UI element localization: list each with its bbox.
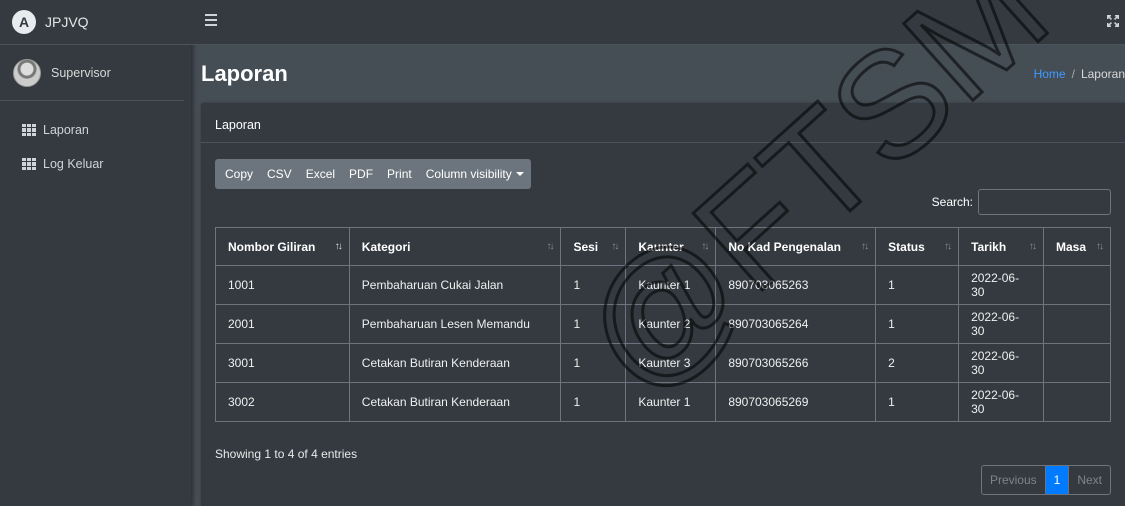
table-cell: 3001 xyxy=(215,343,350,383)
page-title: Laporan xyxy=(201,61,288,86)
sort-icon: ↑↓ xyxy=(944,241,952,252)
table-cell: 1 xyxy=(560,265,627,305)
sort-asc-icon: ↑↓ xyxy=(334,241,343,252)
sort-icon: ↑↓ xyxy=(611,241,619,252)
table-cell: 1 xyxy=(875,265,960,305)
csv-button[interactable]: CSV xyxy=(260,159,299,189)
report-table: Nombor Giliran ↑↓ Kategori ↑↓ Sesi ↑↓ Kaunt… xyxy=(215,227,1112,422)
brand-name: JPJVQ xyxy=(45,14,89,30)
user-name: Supervisor xyxy=(51,65,111,80)
breadcrumb-home-link[interactable]: Home xyxy=(1034,67,1066,81)
hamburger-icon[interactable] xyxy=(205,14,217,26)
table-row: 3002 Cetakan Butiran Kenderaan 1 Kaunter… xyxy=(215,382,1112,422)
user-panel[interactable]: Supervisor xyxy=(0,45,184,101)
table-cell: Kaunter 3 xyxy=(625,343,717,383)
table-cell: 2022-06-30 xyxy=(958,304,1044,344)
breadcrumb-separator: / xyxy=(1071,67,1075,81)
excel-button[interactable]: Excel xyxy=(299,159,342,189)
table-cell: 1 xyxy=(875,304,960,344)
table-row: 3001 Cetakan Butiran Kenderaan 1 Kaunter… xyxy=(215,343,1112,383)
sidebar-item-label: Laporan xyxy=(43,123,89,137)
table-cell: Kaunter 1 xyxy=(625,382,717,422)
brand-logo: A xyxy=(12,10,36,34)
column-header-tarikh[interactable]: Tarikh ↑↓ xyxy=(958,227,1044,266)
table-cell: 2022-06-30 xyxy=(958,382,1044,422)
table-cell: 2022-06-30 xyxy=(958,343,1044,383)
column-visibility-button[interactable]: Column visibility xyxy=(419,159,531,189)
table-cell: 1 xyxy=(560,343,627,383)
breadcrumb-current: Laporan xyxy=(1080,67,1125,81)
sort-icon: ↑↓ xyxy=(861,241,869,252)
grid-icon xyxy=(22,124,36,136)
table-cell xyxy=(1042,382,1112,422)
sidebar-item-label: Log Keluar xyxy=(43,157,104,171)
search-box: Search: xyxy=(932,189,1111,215)
brand-link[interactable]: A JPJVQ xyxy=(0,0,191,45)
content-header: Laporan Home / Laporan xyxy=(191,45,1125,101)
breadcrumb: Home / Laporan xyxy=(1034,67,1125,81)
column-header-kaunter[interactable]: Kaunter ↑↓ xyxy=(625,227,717,266)
table-cell: Cetakan Butiran Kenderaan xyxy=(348,382,562,422)
table-cell: 890703065266 xyxy=(715,343,877,383)
sort-icon: ↑↓ xyxy=(1096,241,1104,252)
caret-down-icon xyxy=(515,172,524,176)
table-cell: Kaunter 1 xyxy=(625,265,717,305)
table-cell: 3002 xyxy=(215,382,350,422)
column-header-masa[interactable]: Masa ↑↓ xyxy=(1042,227,1112,266)
table-info: Showing 1 to 4 of 4 entries xyxy=(215,447,358,461)
search-input[interactable] xyxy=(978,189,1111,215)
sort-icon: ↑↓ xyxy=(546,241,554,252)
table-cell: 1 xyxy=(560,304,627,344)
table-cell: 890703065264 xyxy=(715,304,877,344)
expand-icon[interactable] xyxy=(1107,14,1119,30)
column-header-sesi[interactable]: Sesi ↑↓ xyxy=(560,227,627,266)
print-button[interactable]: Print xyxy=(380,159,419,189)
next-page-button[interactable]: Next xyxy=(1068,466,1110,494)
sidebar-nav: Laporan Log Keluar xyxy=(0,113,191,181)
table-cell xyxy=(1042,304,1112,344)
table-cell: Kaunter 2 xyxy=(625,304,717,344)
grid-icon xyxy=(22,158,36,170)
export-button-group: Copy CSV Excel PDF Print Column visibili… xyxy=(215,159,531,189)
column-header-kategori[interactable]: Kategori ↑↓ xyxy=(348,227,562,266)
table-cell: Cetakan Butiran Kenderaan xyxy=(348,343,562,383)
card-title: Laporan xyxy=(201,103,1125,143)
pagination: Previous 1 Next xyxy=(980,465,1111,495)
column-header-nombor-giliran[interactable]: Nombor Giliran ↑↓ xyxy=(215,227,350,266)
table-cell: 2022-06-30 xyxy=(958,265,1044,305)
table-cell xyxy=(1042,343,1112,383)
sidebar: A JPJVQ Supervisor Laporan Log Keluar xyxy=(0,0,191,506)
table-cell: 1 xyxy=(875,382,960,422)
table-cell: 2 xyxy=(875,343,960,383)
avatar xyxy=(13,58,41,87)
table-cell: 890703065269 xyxy=(715,382,877,422)
search-label: Search: xyxy=(931,195,973,209)
copy-button[interactable]: Copy xyxy=(215,159,260,189)
table-cell: 2001 xyxy=(215,304,350,344)
sidebar-item-log-keluar[interactable]: Log Keluar xyxy=(0,147,191,181)
table-cell: Pembaharuan Cukai Jalan xyxy=(348,265,562,305)
previous-page-button[interactable]: Previous xyxy=(982,466,1046,494)
page-button-1[interactable]: 1 xyxy=(1045,466,1069,494)
column-visibility-label: Column visibility xyxy=(425,167,512,181)
table-row: 2001 Pembaharuan Lesen Memandu 1 Kaunter… xyxy=(215,304,1112,344)
sidebar-item-laporan[interactable]: Laporan xyxy=(0,113,191,147)
pdf-button[interactable]: PDF xyxy=(342,159,380,189)
sort-icon: ↑↓ xyxy=(701,241,709,252)
table-row: 1001 Pembaharuan Cukai Jalan 1 Kaunter 1… xyxy=(215,265,1112,305)
table-cell: Pembaharuan Lesen Memandu xyxy=(348,304,562,344)
table-cell: 890703065263 xyxy=(715,265,877,305)
table-cell xyxy=(1042,265,1112,305)
table-cell: 1 xyxy=(560,382,627,422)
table-cell: 1001 xyxy=(215,265,350,305)
column-header-no-kad-pengenalan[interactable]: No Kad Pengenalan ↑↓ xyxy=(715,227,877,266)
report-card: Laporan Copy CSV Excel PDF Print Column … xyxy=(201,103,1125,506)
column-header-status[interactable]: Status ↑↓ xyxy=(875,227,960,266)
sort-icon: ↑↓ xyxy=(1028,241,1037,252)
table-header-row: Nombor Giliran ↑↓ Kategori ↑↓ Sesi ↑↓ Kaunt… xyxy=(215,227,1112,266)
top-navbar xyxy=(191,0,1125,45)
